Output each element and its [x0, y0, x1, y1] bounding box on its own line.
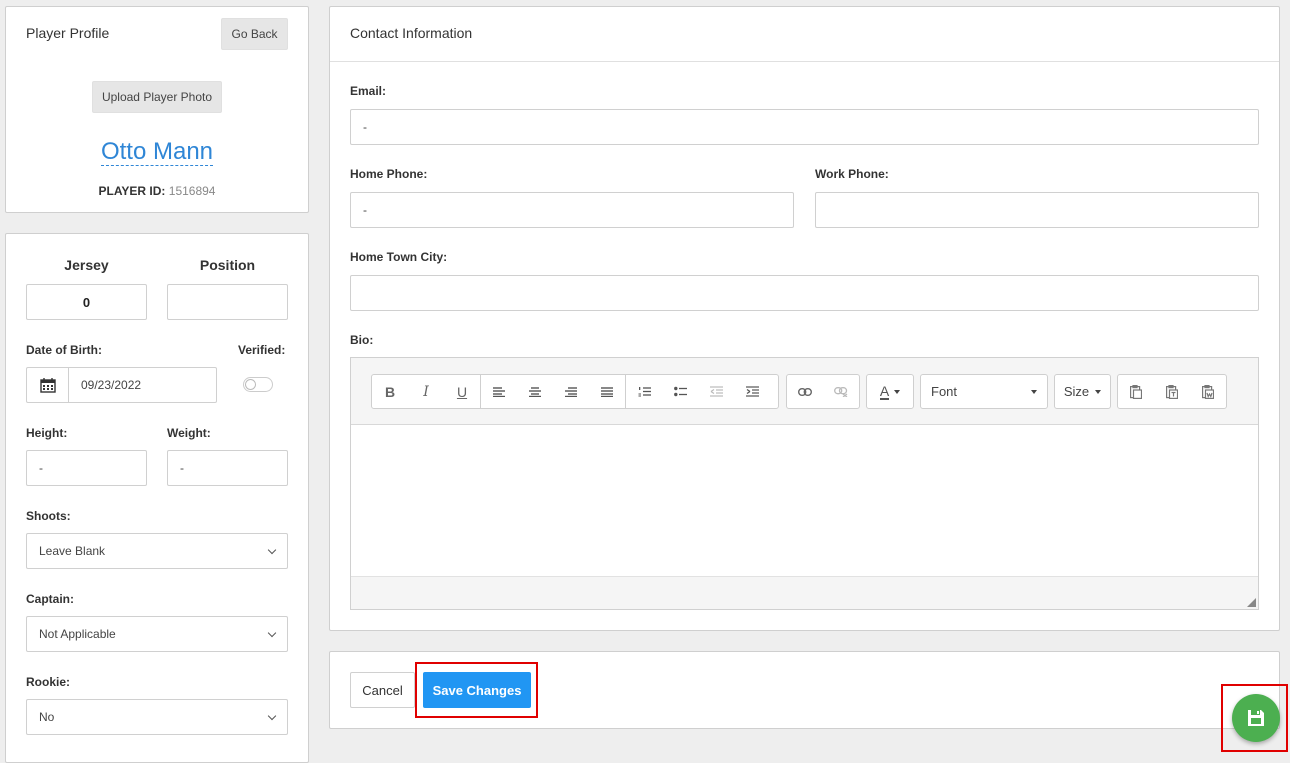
resize-handle-icon[interactable]: [1247, 598, 1256, 607]
toolbar-format-group: B I U: [371, 374, 779, 409]
verified-label: Verified:: [238, 343, 286, 357]
unlink-icon[interactable]: [823, 375, 859, 408]
weight-label: Weight:: [167, 426, 211, 440]
email-input[interactable]: -: [350, 109, 1259, 145]
font-color-button[interactable]: A: [866, 374, 914, 409]
position-label: Position: [199, 257, 256, 273]
toolbar-paste-group: [1117, 374, 1227, 409]
home-phone-input[interactable]: -: [350, 192, 794, 228]
calendar-icon[interactable]: [27, 368, 69, 402]
editor-toolbar: B I U A Font Size: [351, 358, 1258, 425]
hometown-label: Home Town City:: [350, 250, 448, 264]
player-details-card: Jersey Position 0 Date of Birth: Verifie…: [5, 233, 309, 763]
shoots-select[interactable]: Leave Blank: [26, 533, 288, 569]
player-name-wrapper: Otto Mann: [6, 138, 308, 166]
paste-word-icon[interactable]: [1190, 375, 1226, 408]
dob-label: Date of Birth:: [26, 343, 102, 357]
verified-toggle[interactable]: [243, 377, 273, 392]
shoots-label: Shoots:: [26, 509, 71, 523]
paste-text-icon[interactable]: [1154, 375, 1190, 408]
shoots-value: Leave Blank: [39, 544, 106, 558]
cancel-button[interactable]: Cancel: [350, 672, 415, 708]
caret-down-icon: [1095, 389, 1102, 394]
floating-save-button[interactable]: [1232, 694, 1280, 742]
bio-label: Bio:: [350, 333, 374, 347]
player-profile-card: Player Profile Go Back Upload Player Pho…: [5, 6, 309, 213]
paste-icon[interactable]: [1118, 375, 1154, 408]
toolbar-link-group: [786, 374, 860, 409]
italic-button[interactable]: I: [408, 375, 444, 408]
save-changes-button[interactable]: Save Changes: [423, 672, 531, 708]
rookie-value: No: [39, 710, 55, 724]
go-back-button[interactable]: Go Back: [221, 18, 288, 50]
captain-select[interactable]: Not Applicable: [26, 616, 288, 652]
font-family-select[interactable]: Font: [920, 374, 1048, 409]
dob-input[interactable]: 09/23/2022: [69, 378, 141, 392]
bio-editor: B I U A Font Size: [350, 357, 1259, 610]
player-id-value: 1516894: [168, 184, 216, 198]
contact-information-card: Contact Information Email: - Home Phone:…: [329, 6, 1280, 631]
height-input[interactable]: -: [26, 450, 147, 486]
profile-title: Player Profile: [26, 25, 110, 41]
rookie-label: Rookie:: [26, 675, 71, 689]
caret-down-icon: [1031, 389, 1037, 394]
font-size-select[interactable]: Size: [1054, 374, 1111, 409]
align-right-icon[interactable]: [553, 375, 589, 408]
ordered-list-icon[interactable]: [626, 375, 662, 408]
hometown-input[interactable]: [350, 275, 1259, 311]
font-color-icon: A: [879, 382, 890, 400]
editor-status-bar: [351, 576, 1258, 609]
rookie-select[interactable]: No: [26, 699, 288, 735]
contact-title: Contact Information: [350, 25, 473, 41]
home-phone-label: Home Phone:: [350, 167, 428, 181]
player-id-sep: :: [161, 184, 166, 198]
verified-toggle-knob: [245, 379, 256, 390]
caret-down-icon: [894, 389, 901, 394]
player-id-label: PLAYER ID: [98, 184, 162, 198]
height-label: Height:: [26, 426, 68, 440]
align-left-icon[interactable]: [481, 375, 517, 408]
jersey-label: Jersey: [64, 257, 109, 273]
size-select-label: Size: [1063, 384, 1090, 399]
email-label: Email:: [350, 84, 387, 98]
player-name[interactable]: Otto Mann: [100, 138, 214, 166]
jersey-input[interactable]: 0: [26, 284, 147, 320]
player-id-line: PLAYER ID: 1516894: [6, 184, 308, 198]
indent-icon[interactable]: [734, 375, 770, 408]
bullet-list-icon[interactable]: [662, 375, 698, 408]
chevron-down-icon: [267, 545, 277, 554]
form-actions-card: Cancel Save Changes: [329, 651, 1280, 729]
underline-button[interactable]: U: [444, 375, 480, 408]
upload-photo-button[interactable]: Upload Player Photo: [92, 81, 222, 113]
captain-value: Not Applicable: [39, 627, 116, 641]
align-center-icon[interactable]: [517, 375, 553, 408]
dob-field: 09/23/2022: [26, 367, 217, 403]
floppy-disk-icon: [1248, 710, 1264, 726]
header-divider: [330, 61, 1279, 62]
chevron-down-icon: [267, 711, 277, 720]
outdent-icon[interactable]: [698, 375, 734, 408]
position-input[interactable]: [167, 284, 288, 320]
font-select-label: Font: [931, 384, 958, 399]
captain-label: Captain:: [26, 592, 74, 606]
work-phone-label: Work Phone:: [815, 167, 889, 181]
weight-input[interactable]: -: [167, 450, 288, 486]
bio-text-area[interactable]: [351, 425, 1258, 576]
align-justify-icon[interactable]: [589, 375, 625, 408]
link-icon[interactable]: [787, 375, 823, 408]
bold-button[interactable]: B: [372, 375, 408, 408]
chevron-down-icon: [267, 628, 277, 637]
work-phone-input[interactable]: [815, 192, 1259, 228]
